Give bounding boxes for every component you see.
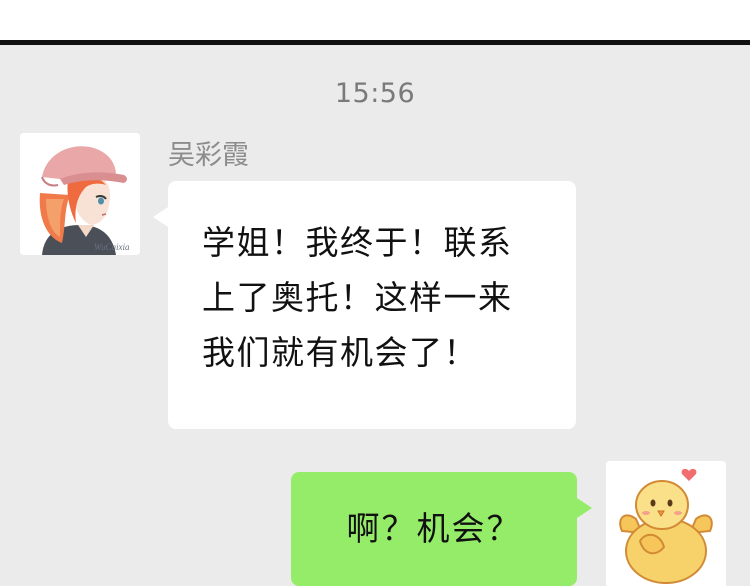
sender-name: 吴彩霞 <box>168 140 249 171</box>
user-avatar[interactable] <box>606 461 726 586</box>
yellow-chick-avatar-icon <box>606 461 726 586</box>
svg-text:WuCaixia: WuCaixia <box>94 242 130 252</box>
message-timestamp: 15:56 <box>334 78 416 109</box>
incoming-message-bubble[interactable]: 学姐！我终于！联系 上了奥托！这样一来 我们就有机会了！ <box>153 181 576 429</box>
outgoing-message-text: 啊？机会？ <box>346 509 522 548</box>
incoming-message-text: 学姐！我终于！联系 上了奥托！这样一来 我们就有机会了！ <box>202 223 513 372</box>
top-panel-area <box>0 0 750 40</box>
sender-avatar[interactable]: WuCaixia <box>20 133 140 255</box>
outgoing-message-bubble[interactable]: 啊？机会？ <box>291 472 592 586</box>
girl-with-pink-cap-avatar-icon: WuCaixia <box>20 133 140 255</box>
